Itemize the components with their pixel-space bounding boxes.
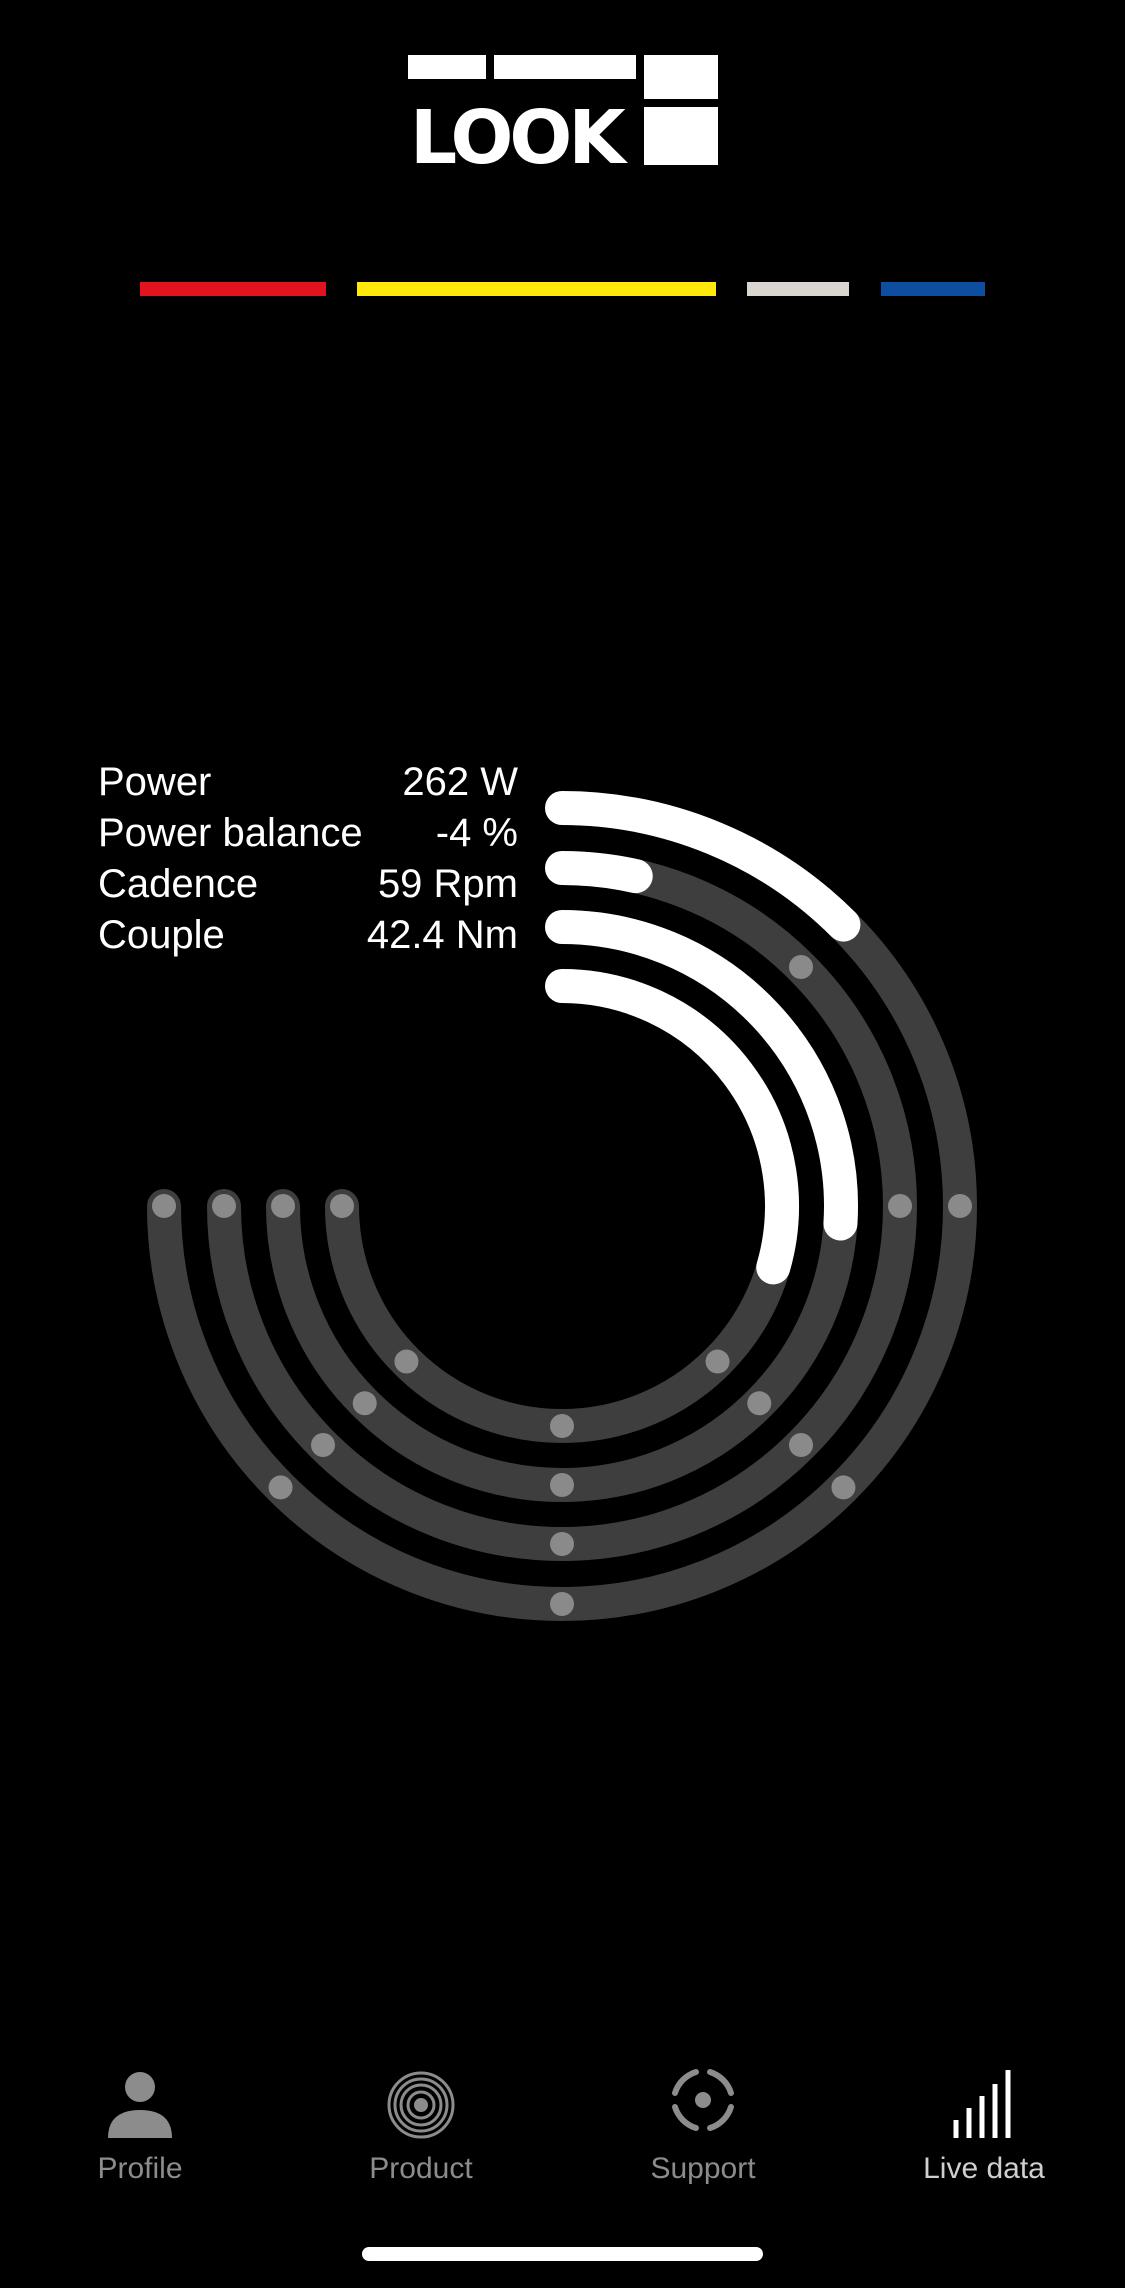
svg-text:LOOK: LOOK <box>410 95 628 165</box>
metric-label: Cadence <box>98 862 259 906</box>
pedal-disc-icon <box>387 2071 455 2139</box>
gauge-fill-power-balance <box>545 851 653 894</box>
gauge-tick-dot <box>705 1349 730 1374</box>
gauge-tick-dot <box>831 1475 856 1500</box>
tab-label: Profile <box>97 2152 183 2185</box>
metric-value: 42.4 Nm <box>366 913 518 957</box>
metric-label: Power balance <box>98 811 363 855</box>
signal-bars-icon <box>953 2070 1011 2138</box>
metric-value: 262 W <box>402 760 518 804</box>
metric-couple: Couple 42.4 Nm <box>98 910 518 961</box>
tab-live-data[interactable]: Live data <box>884 2060 1084 2210</box>
live-data-radial-gauge <box>147 791 977 1621</box>
gauge-tick-dot <box>268 1475 293 1500</box>
gauge-track-power-balance <box>207 851 917 1561</box>
gauge-tick-dot <box>550 1532 574 1556</box>
gauge-tick-dot <box>747 1391 772 1416</box>
gauge-tick-dot <box>770 1194 794 1218</box>
gauge-fill-cadence <box>545 910 858 1241</box>
tab-product[interactable]: Product <box>321 2060 521 2210</box>
brand-stripe-yellow <box>357 282 716 296</box>
gauge-tick-dot <box>948 1194 972 1218</box>
metric-label: Couple <box>98 913 225 957</box>
tab-label: Product <box>369 2152 473 2185</box>
gauge-tick-dot <box>550 1414 574 1438</box>
gauge-tick-dot <box>212 1194 236 1218</box>
gauge-tick-dot <box>550 1592 574 1616</box>
gauge-tick-dot <box>311 1433 335 1457</box>
metrics-list: Power 262 W Power balance -4 % Cadence 5… <box>98 757 518 961</box>
gauge-tick-dot <box>829 1194 853 1218</box>
tab-profile[interactable]: Profile <box>40 2060 240 2210</box>
gauge-tick-dot <box>152 1194 176 1218</box>
gauge-tick-dot <box>352 1391 377 1416</box>
gauge-fill-power <box>545 791 861 942</box>
metric-value: -4 % <box>435 811 518 855</box>
gauge-tick-dot <box>789 1433 813 1457</box>
gauge-tick-dot <box>705 1038 730 1063</box>
metric-power: Power 262 W <box>98 757 518 808</box>
gauge-track-couple <box>325 969 799 1443</box>
person-icon <box>108 2072 172 2138</box>
gauge-tick-dot <box>550 1473 574 1497</box>
brand-stripe-red <box>140 282 326 296</box>
gauge-tick-dot <box>747 996 772 1021</box>
tab-bar: Profile Product Support Live data <box>0 2060 1125 2220</box>
metric-value: 59 Rpm <box>377 862 518 906</box>
look-logo: LOOK <box>408 55 718 165</box>
target-icon <box>672 2069 734 2131</box>
gauge-tick-dot <box>789 955 813 979</box>
metric-cadence: Cadence 59 Rpm <box>98 859 518 910</box>
tab-label: Support <box>650 2152 756 2185</box>
gauge-fill-couple <box>545 969 799 1285</box>
metric-label: Power <box>98 760 212 804</box>
brand-stripe-white <box>747 282 849 296</box>
home-indicator[interactable] <box>362 2247 763 2261</box>
tab-label: Live data <box>923 2152 1045 2185</box>
gauge-tick-dot <box>394 1349 419 1374</box>
brand-stripe-blue <box>881 282 985 296</box>
tab-support[interactable]: Support <box>603 2060 803 2210</box>
gauge-tick-dot <box>271 1194 295 1218</box>
gauge-tick-dot <box>888 1194 912 1218</box>
gauge-tick-dot <box>831 912 856 937</box>
gauge-track-cadence <box>266 910 858 1502</box>
metric-power-balance: Power balance -4 % <box>98 808 518 859</box>
gauge-tick-dot <box>330 1194 354 1218</box>
